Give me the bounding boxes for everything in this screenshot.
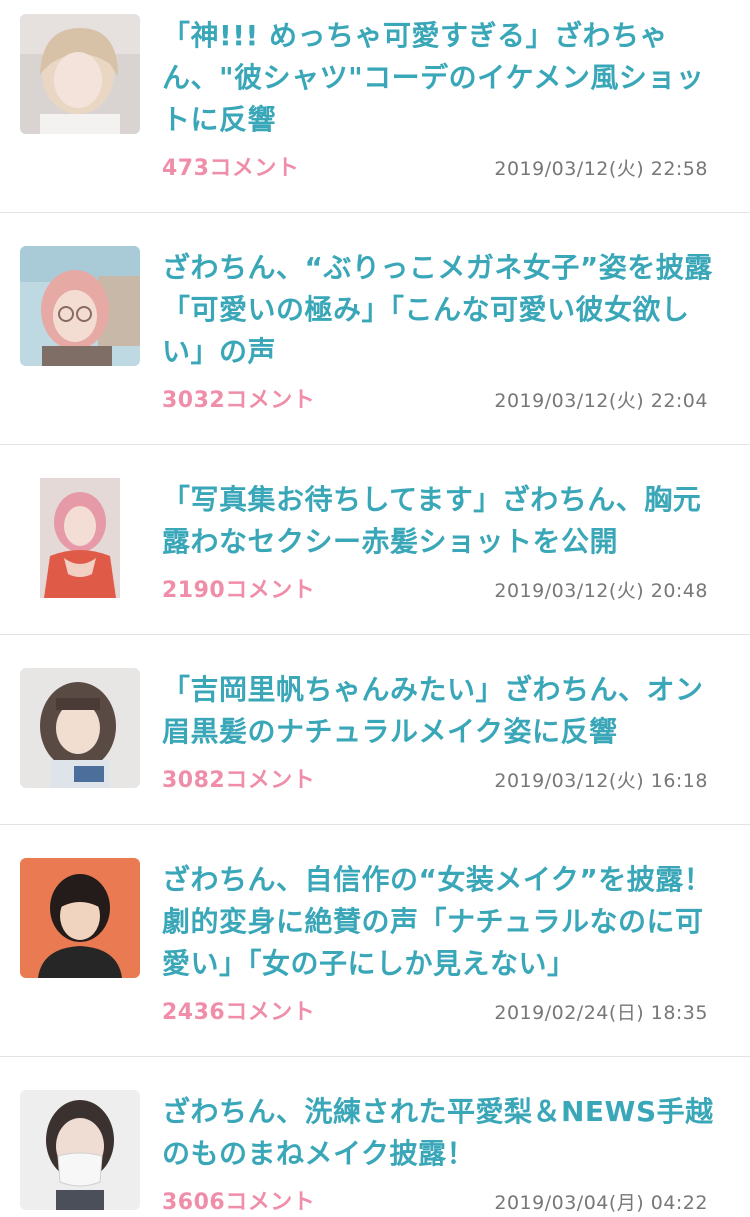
list-item[interactable]: 「吉岡里帆ちゃんみたい」ざわちん、オン眉黒髪のナチュラルメイク姿に反響 3082… [0,635,750,825]
article-thumbnail[interactable] [20,1090,140,1210]
list-item[interactable]: ざわちん、洗練された平愛梨＆NEWS手越のものまねメイク披露！ 3606コメント… [0,1057,750,1217]
list-item[interactable]: 「神!!! めっちゃ可愛すぎる」ざわちゃん、"彼シャツ"コーデのイケメン風ショッ… [0,0,750,213]
post-date: 2019/03/12(火) 22:58 [494,158,708,180]
post-date: 2019/03/04(月) 04:22 [494,1192,708,1214]
post-date: 2019/03/12(火) 16:18 [494,770,708,792]
list-item[interactable]: 「写真集お待ちしてます」ざわちん、胸元露わなセクシー赤髪ショットを公開 2190… [0,445,750,635]
list-item[interactable]: ざわちん、“ぶりっこメガネ女子”姿を披露「可愛いの極み」「こんな可愛い彼女欲しい… [0,213,750,445]
comment-count[interactable]: 3032コメント [162,387,315,415]
article-title[interactable]: ざわちん、“ぶりっこメガネ女子”姿を披露「可愛いの極み」「こんな可愛い彼女欲しい… [162,247,722,373]
article-title[interactable]: 「吉岡里帆ちゃんみたい」ざわちん、オン眉黒髪のナチュラルメイク姿に反響 [162,669,722,753]
list-item[interactable]: ざわちん、自信作の“女装メイク”を披露！劇的変身に絶賛の声「ナチュラルなのに可愛… [0,825,750,1057]
post-date: 2019/03/12(火) 20:48 [494,580,708,602]
comment-count[interactable]: 3082コメント [162,767,315,795]
post-date: 2019/02/24(日) 18:35 [494,1002,708,1024]
article-thumbnail[interactable] [20,246,140,366]
article-title[interactable]: 「写真集お待ちしてます」ざわちん、胸元露わなセクシー赤髪ショットを公開 [162,479,722,563]
post-date: 2019/03/12(火) 22:04 [494,390,708,412]
comment-count[interactable]: 2190コメント [162,577,315,605]
news-list: 「神!!! めっちゃ可愛すぎる」ざわちゃん、"彼シャツ"コーデのイケメン風ショッ… [0,0,750,1217]
article-thumbnail[interactable] [20,478,140,598]
comment-count[interactable]: 473コメント [162,155,299,183]
article-thumbnail[interactable] [20,14,140,134]
article-thumbnail[interactable] [20,858,140,978]
article-title[interactable]: 「神!!! めっちゃ可愛すぎる」ざわちゃん、"彼シャツ"コーデのイケメン風ショッ… [162,15,722,141]
article-title[interactable]: ざわちん、自信作の“女装メイク”を披露！劇的変身に絶賛の声「ナチュラルなのに可愛… [162,859,722,985]
comment-count[interactable]: 2436コメント [162,999,315,1027]
comment-count[interactable]: 3606コメント [162,1189,315,1217]
article-title[interactable]: ざわちん、洗練された平愛梨＆NEWS手越のものまねメイク披露！ [162,1091,722,1175]
article-thumbnail[interactable] [20,668,140,788]
